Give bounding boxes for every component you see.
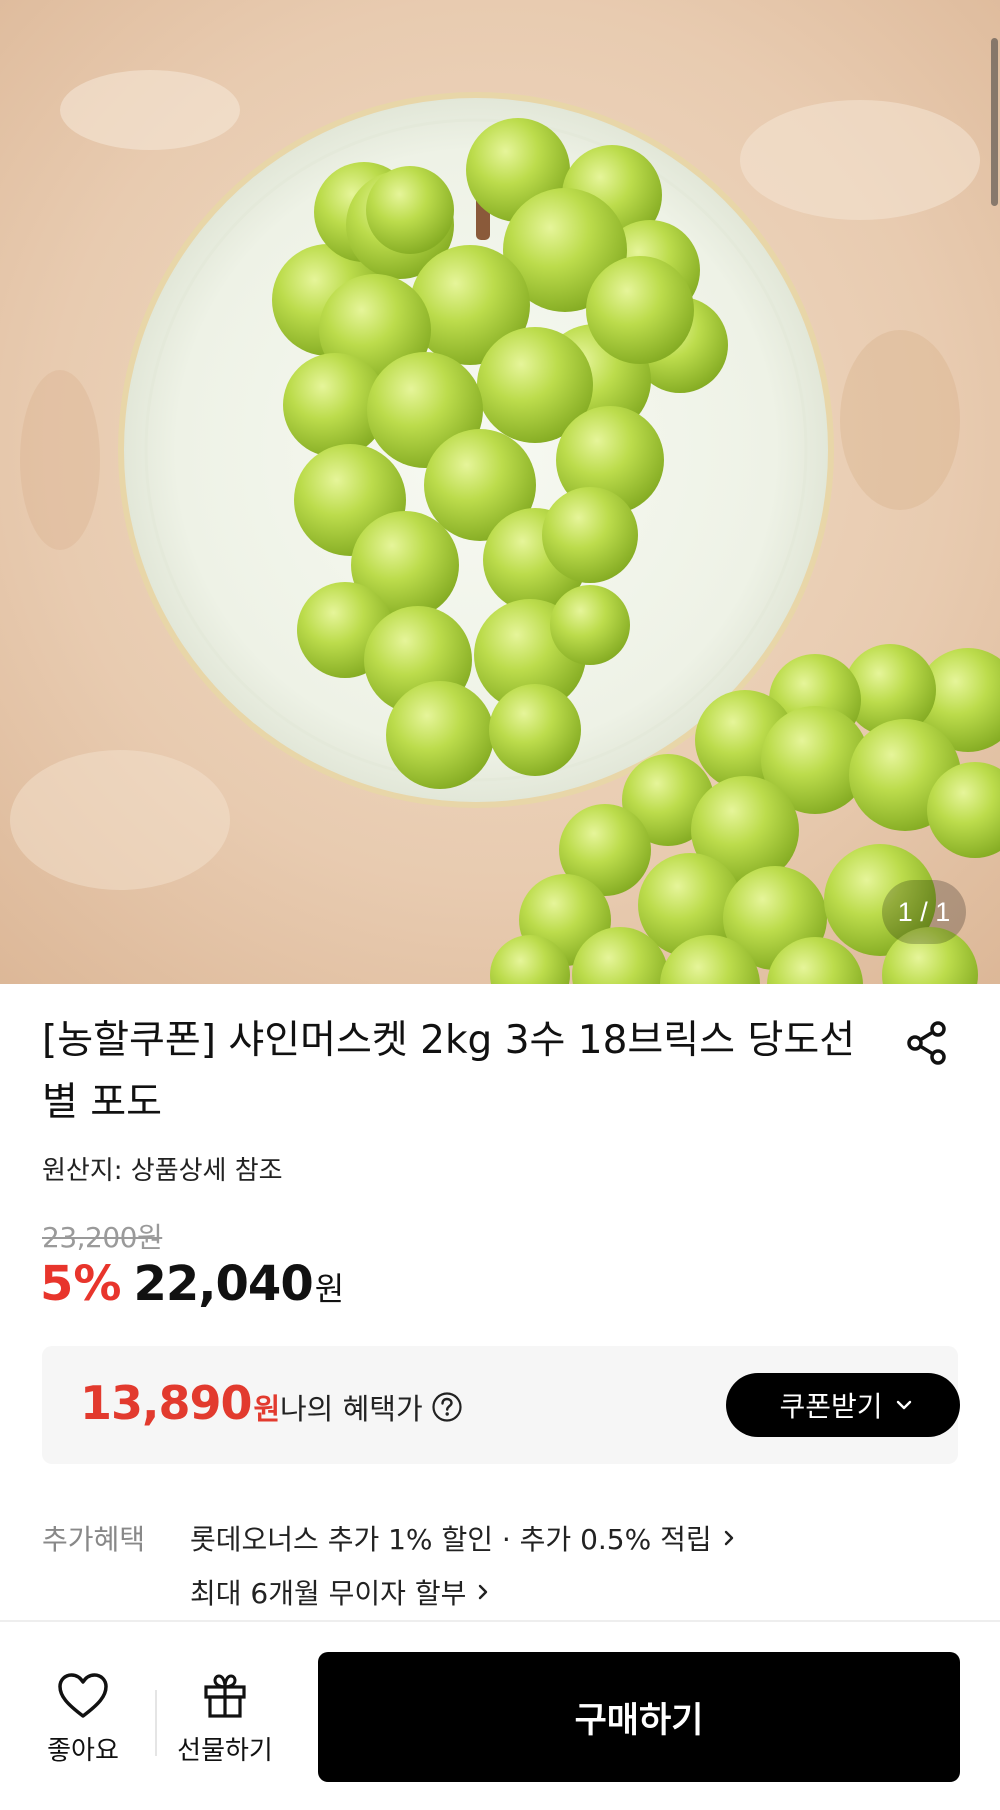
get-coupon-button[interactable]: 쿠폰받기 bbox=[726, 1373, 960, 1437]
buy-button[interactable]: 구매하기 bbox=[318, 1652, 960, 1782]
like-label: 좋아요 bbox=[47, 1736, 119, 1766]
get-coupon-label: 쿠폰받기 bbox=[779, 1390, 883, 1423]
image-page-counter: 1 / 1 bbox=[882, 880, 966, 944]
chevron-right-icon bbox=[724, 1530, 733, 1546]
product-image-gallery[interactable]: 1 / 1 bbox=[0, 0, 1000, 984]
sale-price: 22,040 bbox=[133, 1256, 314, 1312]
bottom-bar-separator bbox=[155, 1690, 157, 1756]
original-price: 23,200원 bbox=[42, 1221, 163, 1254]
product-title: [농할쿠폰] 샤인머스켓 2kg 3수 18브릭스 당도선별 포도 bbox=[42, 1018, 856, 1125]
share-icon[interactable] bbox=[903, 1018, 953, 1068]
extra-benefit-text: 롯데오너스 추가 1% 할인 · 추가 0.5% 적립 bbox=[190, 1523, 712, 1556]
sale-price-currency: 원 bbox=[314, 1270, 345, 1308]
product-photo bbox=[0, 0, 1000, 984]
extra-benefits-label: 추가혜택 bbox=[42, 1523, 146, 1556]
gift-label: 선물하기 bbox=[177, 1736, 273, 1766]
buy-label: 구매하기 bbox=[574, 1700, 704, 1741]
origin-info: 원산지: 상품상세 참조 bbox=[42, 1156, 283, 1186]
heart-icon bbox=[58, 1673, 108, 1718]
question-icon[interactable] bbox=[431, 1391, 463, 1423]
benefit-price-box: 13,890 원 나의 혜택가 쿠폰받기 bbox=[42, 1346, 960, 1464]
price-row: 5% 22,040 원 bbox=[40, 1256, 344, 1326]
benefit-price-value: 13,890 bbox=[80, 1376, 253, 1430]
gift-icon bbox=[204, 1674, 246, 1718]
bottom-action-bar: 좋아요 선물하기 구매하기 bbox=[0, 1622, 1000, 1810]
extra-benefit-card-discount[interactable]: 롯데오너스 추가 1% 할인 · 추가 0.5% 적립 bbox=[190, 1518, 738, 1558]
scrollbar[interactable] bbox=[991, 38, 998, 206]
like-button[interactable]: 좋아요 bbox=[38, 1672, 128, 1767]
gift-button[interactable]: 선물하기 bbox=[170, 1672, 280, 1767]
benefit-price: 13,890 원 bbox=[80, 1376, 280, 1430]
benefit-price-currency: 원 bbox=[253, 1392, 281, 1426]
discount-rate: 5% bbox=[40, 1256, 122, 1312]
benefit-label: 나의 혜택가 bbox=[280, 1386, 463, 1428]
extra-benefit-installment[interactable]: 최대 6개월 무이자 할부 bbox=[190, 1572, 492, 1612]
benefit-label-text: 나의 혜택가 bbox=[280, 1392, 423, 1426]
extra-benefit-text: 최대 6개월 무이자 할부 bbox=[190, 1577, 467, 1610]
chevron-down-icon bbox=[896, 1400, 911, 1410]
chevron-right-icon bbox=[479, 1584, 488, 1600]
